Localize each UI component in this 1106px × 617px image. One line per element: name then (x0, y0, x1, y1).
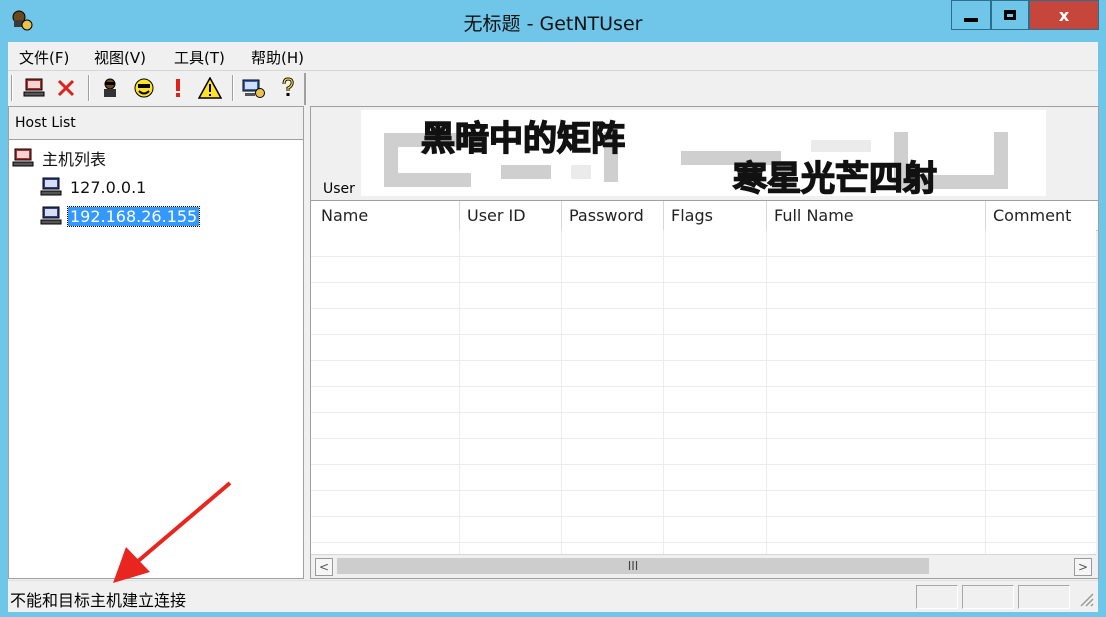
host-list-pane: Host List 主机列表 127.0.0.1 192.168.26.155 (8, 106, 304, 579)
banner-area: 黑暗中的矩阵 寒星光芒四射 User (311, 107, 1098, 199)
column-header-comment[interactable]: Comment (993, 206, 1071, 225)
status-panel (962, 585, 1014, 609)
client-area: 文件(F) 视图(V) 工具(T) 帮助(H) Host List 主机列表 1… (8, 42, 1099, 612)
host-list-title: Host List (15, 115, 76, 131)
tree-root-hosts[interactable]: 主机列表 (12, 147, 108, 169)
horizontal-scrollbar[interactable]: < III > (311, 554, 1096, 577)
tree-root-label: 主机列表 (42, 150, 107, 169)
banner-logo: 黑暗中的矩阵 寒星光芒四射 (384, 118, 1008, 196)
minimize-button[interactable] (951, 0, 991, 30)
exclamation-icon[interactable] (166, 76, 190, 100)
tree-host-localhost[interactable]: 127.0.0.1 (40, 176, 148, 198)
banner-line1: 黑暗中的矩阵 (421, 119, 625, 159)
chevron-left-icon: < (318, 560, 330, 574)
close-button[interactable]: x (1029, 0, 1099, 30)
chevron-right-icon: > (1077, 560, 1089, 574)
banner-line2: 寒星光芒四射 (733, 159, 937, 196)
user-list[interactable] (311, 230, 1096, 554)
column-header-flags[interactable]: Flags (671, 206, 713, 225)
toolbar-separator (232, 75, 234, 101)
toolbar-grip (11, 75, 13, 101)
scroll-right-button[interactable]: > (1074, 558, 1092, 576)
computer-icon (40, 177, 62, 196)
menu-view[interactable]: 视图(V) (94, 47, 146, 68)
banner-image: 黑暗中的矩阵 寒星光芒四射 (361, 110, 1046, 196)
smiley-icon[interactable] (132, 76, 156, 100)
host-list-header: Host List (9, 107, 303, 140)
toolbar-end-separator (304, 73, 306, 105)
status-message: 不能和目标主机建立连接 (10, 591, 187, 610)
menu-tools[interactable]: 工具(T) (174, 47, 225, 68)
toolbar-separator (88, 75, 90, 101)
scroll-left-button[interactable]: < (315, 558, 333, 576)
maximize-icon (1004, 10, 1016, 20)
user-pane: 黑暗中的矩阵 寒星光芒四射 User Name User ID Password… (310, 106, 1099, 579)
help-question-icon[interactable] (276, 76, 300, 100)
status-panel (1018, 585, 1070, 609)
toolbar (8, 71, 1098, 105)
settings-computer-icon[interactable] (242, 76, 266, 100)
host-label: 192.168.26.155 (66, 205, 201, 227)
user-agent-icon[interactable] (98, 76, 122, 100)
status-panel (916, 585, 958, 609)
scroll-thumb[interactable]: III (337, 558, 929, 574)
user-label: User (323, 181, 355, 197)
column-header-password[interactable]: Password (569, 206, 644, 225)
column-header-full-name[interactable]: Full Name (774, 206, 854, 225)
maximize-button[interactable] (991, 0, 1029, 30)
menu-file[interactable]: 文件(F) (19, 47, 69, 68)
title-bar[interactable]: 无标题 - GetNTUser x (0, 0, 1106, 42)
window-title: 无标题 - GetNTUser (463, 13, 643, 35)
resize-grip-icon[interactable] (1076, 589, 1094, 607)
computer-icon[interactable] (22, 76, 46, 100)
delete-x-icon[interactable] (54, 76, 78, 100)
computer-icon (40, 206, 62, 225)
host-label: 127.0.0.1 (70, 177, 147, 197)
status-bar: 不能和目标主机建立连接 (8, 580, 1098, 612)
column-header-name[interactable]: Name (321, 206, 368, 225)
menu-bar: 文件(F) 视图(V) 工具(T) 帮助(H) (8, 42, 1098, 71)
host-group-icon (12, 148, 34, 167)
menu-help[interactable]: 帮助(H) (251, 47, 304, 68)
close-icon: x (1058, 5, 1070, 25)
warning-icon[interactable] (198, 76, 222, 100)
user-list-header: Name User ID Password Flags Full Name Co… (311, 200, 1098, 231)
tree-host-selected[interactable]: 192.168.26.155 (40, 205, 201, 227)
minimize-icon (964, 18, 978, 22)
app-window: 无标题 - GetNTUser x 文件(F) 视图(V) 工具(T) 帮助(H… (0, 0, 1106, 617)
column-header-user-id[interactable]: User ID (467, 206, 526, 225)
thumb-grip-icon: III (627, 559, 639, 573)
